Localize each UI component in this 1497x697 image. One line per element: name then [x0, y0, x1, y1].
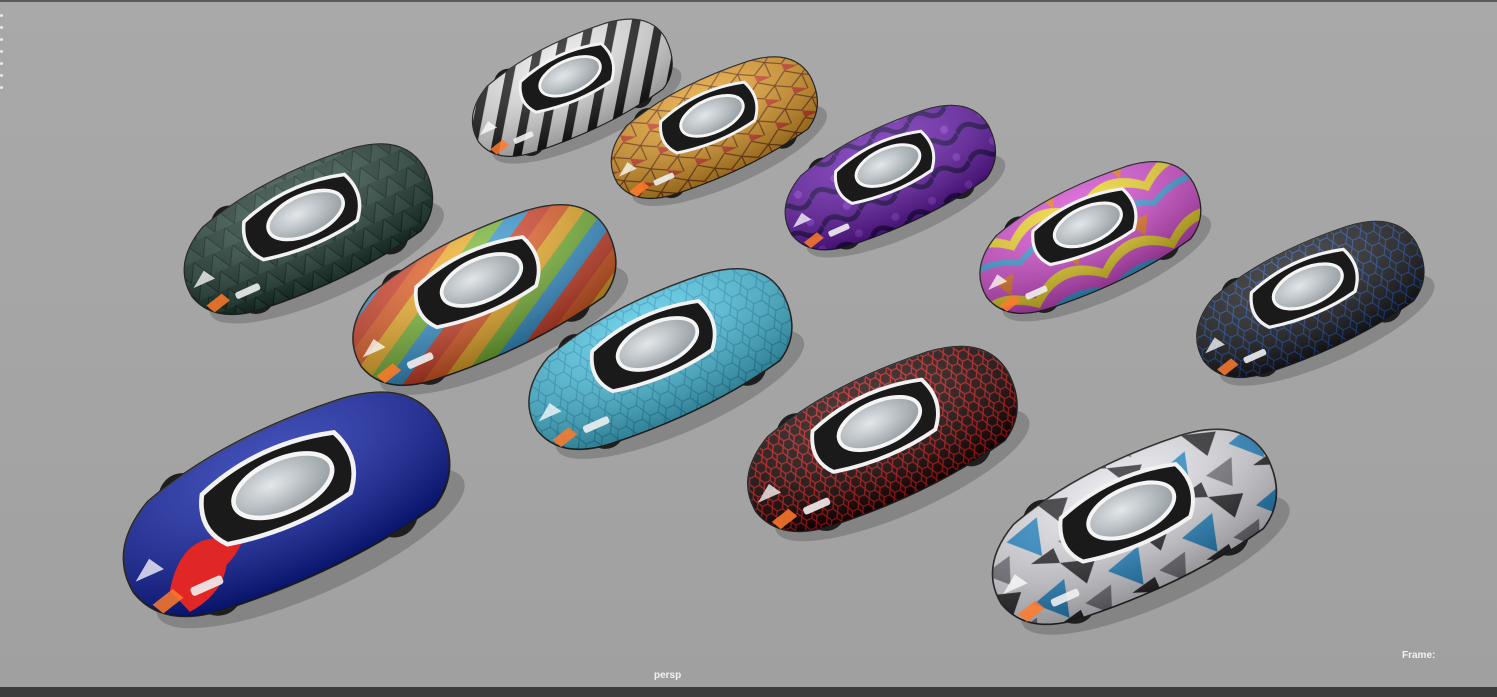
car-model-black-blue-hex[interactable] [1176, 201, 1447, 411]
car-models-scene[interactable] [0, 0, 1497, 697]
3d-viewport[interactable]: persp Frame: [0, 0, 1497, 697]
frame-counter-label: Frame: [1402, 650, 1436, 661]
car-model-blue-dragon[interactable] [94, 363, 483, 664]
viewport-bottom-bar [0, 687, 1497, 697]
camera-name-label: persp [654, 670, 682, 681]
